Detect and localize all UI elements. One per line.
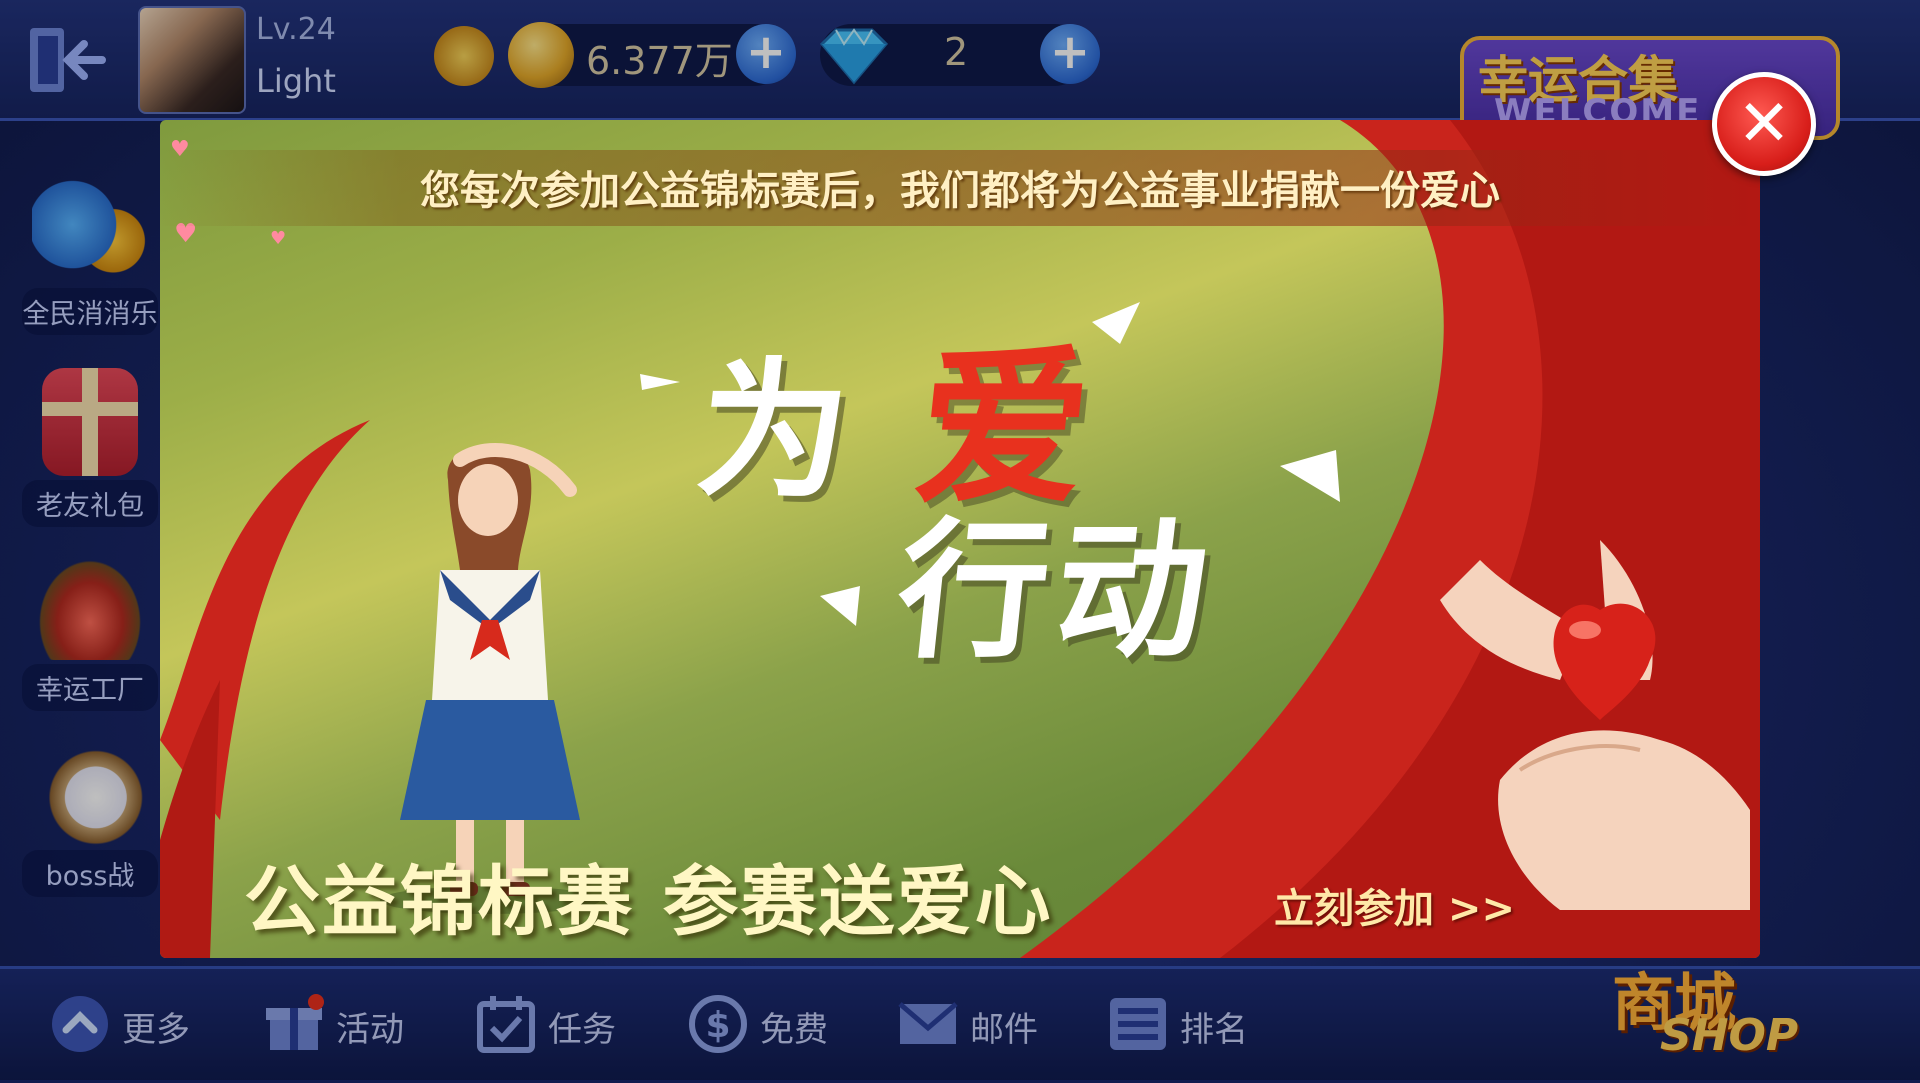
charity-notice: 您每次参加公益锦标赛后，我们都将为公益事业捐献一份爱心: [420, 168, 1500, 214]
title-action: 行动: [889, 503, 1224, 679]
join-now-button[interactable]: 立刻参加 >>: [1274, 876, 1515, 934]
close-icon[interactable]: ✕: [1712, 72, 1816, 176]
title-for: 为: [689, 343, 858, 519]
hands-holding-heart-illustration: [1440, 540, 1750, 910]
svg-text:♥: ♥: [270, 228, 286, 249]
banner-subtitle: 公益锦标赛 参赛送爱心: [244, 857, 1053, 946]
charity-event-banner: ♥ ♥ ♥ 您每次参加公益锦标赛后，我们都将为公益事业捐献一份爱心 为 爱 行动…: [160, 120, 1760, 958]
